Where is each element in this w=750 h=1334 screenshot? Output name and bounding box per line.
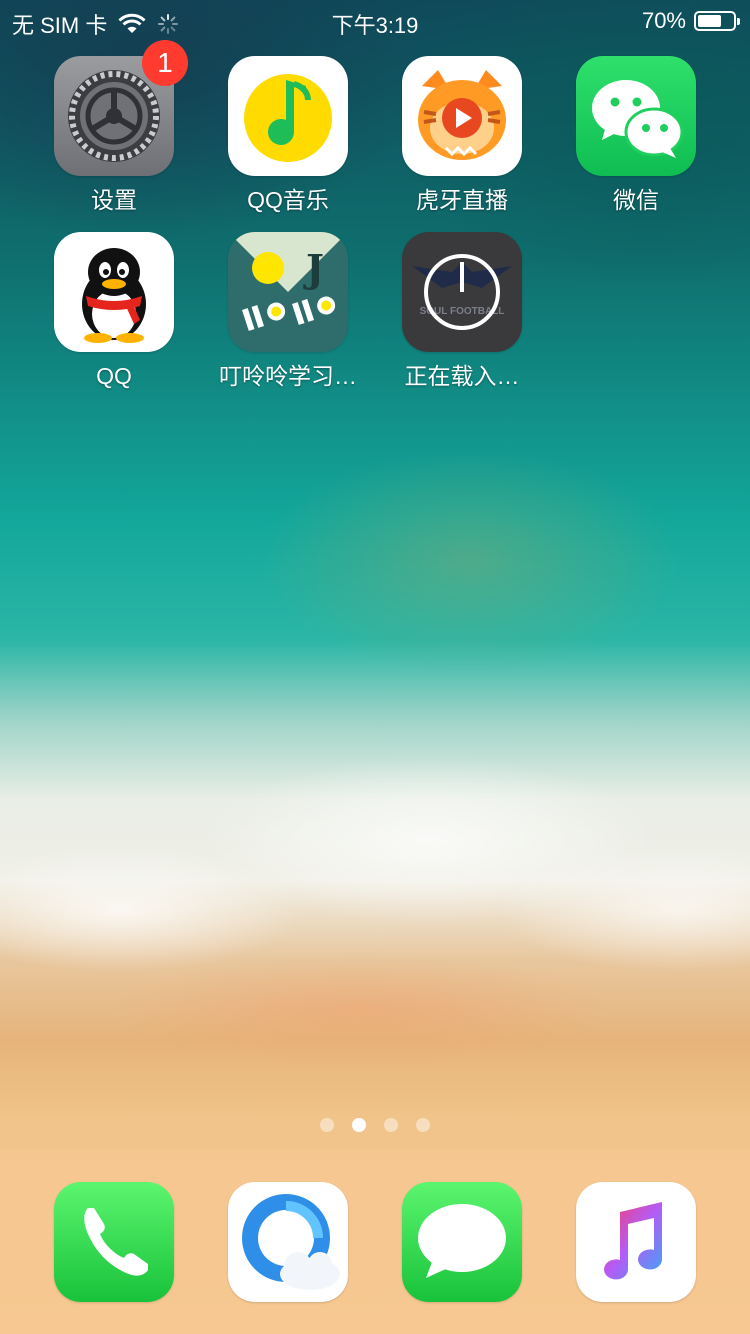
app-label: 虎牙直播 xyxy=(416,187,508,213)
dingling-icon[interactable]: J xyxy=(228,232,348,352)
wallpaper-foam xyxy=(0,650,750,1090)
page-indicator[interactable] xyxy=(0,1118,750,1132)
app-qq[interactable]: QQ xyxy=(34,232,194,390)
messages-icon[interactable] xyxy=(402,1182,522,1302)
battery-percent: 70% xyxy=(641,8,686,33)
app-label: 正在载入… xyxy=(404,363,520,389)
qq-penguin-icon[interactable] xyxy=(54,232,174,352)
app-label: 微信 xyxy=(613,187,659,213)
qq-browser-icon[interactable] xyxy=(228,1182,348,1302)
phone-icon[interactable] xyxy=(54,1182,174,1302)
loading-app-icon[interactable]: SOUL FOOTBALL xyxy=(402,232,522,352)
dock-app-phone[interactable] xyxy=(34,1182,194,1302)
app-huya[interactable]: 虎牙直播 xyxy=(382,56,542,214)
status-bar: 无 SIM 卡 下午3:19 70% xyxy=(0,0,750,40)
notification-badge: 1 xyxy=(142,40,188,86)
app-settings[interactable]: 1 设置 xyxy=(34,40,194,214)
app-label: QQ xyxy=(96,363,132,389)
clock: 下午3:19 xyxy=(331,13,419,38)
music-note-icon[interactable] xyxy=(576,1182,696,1302)
app-label: 设置 xyxy=(91,187,137,213)
app-loading[interactable]: SOUL FOOTBALL 正在载入… xyxy=(382,232,542,390)
app-label: 叮呤呤学习… xyxy=(219,363,357,389)
page-dot[interactable] xyxy=(320,1118,334,1132)
app-wechat[interactable]: 微信 xyxy=(556,56,716,214)
huya-tiger-icon[interactable] xyxy=(402,56,522,176)
app-dingling[interactable]: J 叮呤呤学习… xyxy=(208,232,368,390)
dingling-letter: J xyxy=(303,246,324,291)
page-dot-active[interactable] xyxy=(352,1118,366,1132)
dock-app-music[interactable] xyxy=(556,1182,716,1302)
app-label: QQ音乐 xyxy=(247,187,329,213)
dock-app-browser[interactable] xyxy=(208,1182,368,1302)
page-dot[interactable] xyxy=(384,1118,398,1132)
battery-fill xyxy=(698,15,721,27)
dock-app-messages[interactable] xyxy=(382,1182,542,1302)
wechat-icon[interactable] xyxy=(576,56,696,176)
battery-icon xyxy=(694,11,740,31)
page-dot[interactable] xyxy=(416,1118,430,1132)
qqmusic-icon[interactable] xyxy=(228,56,348,176)
app-qqmusic[interactable]: QQ音乐 xyxy=(208,56,368,214)
